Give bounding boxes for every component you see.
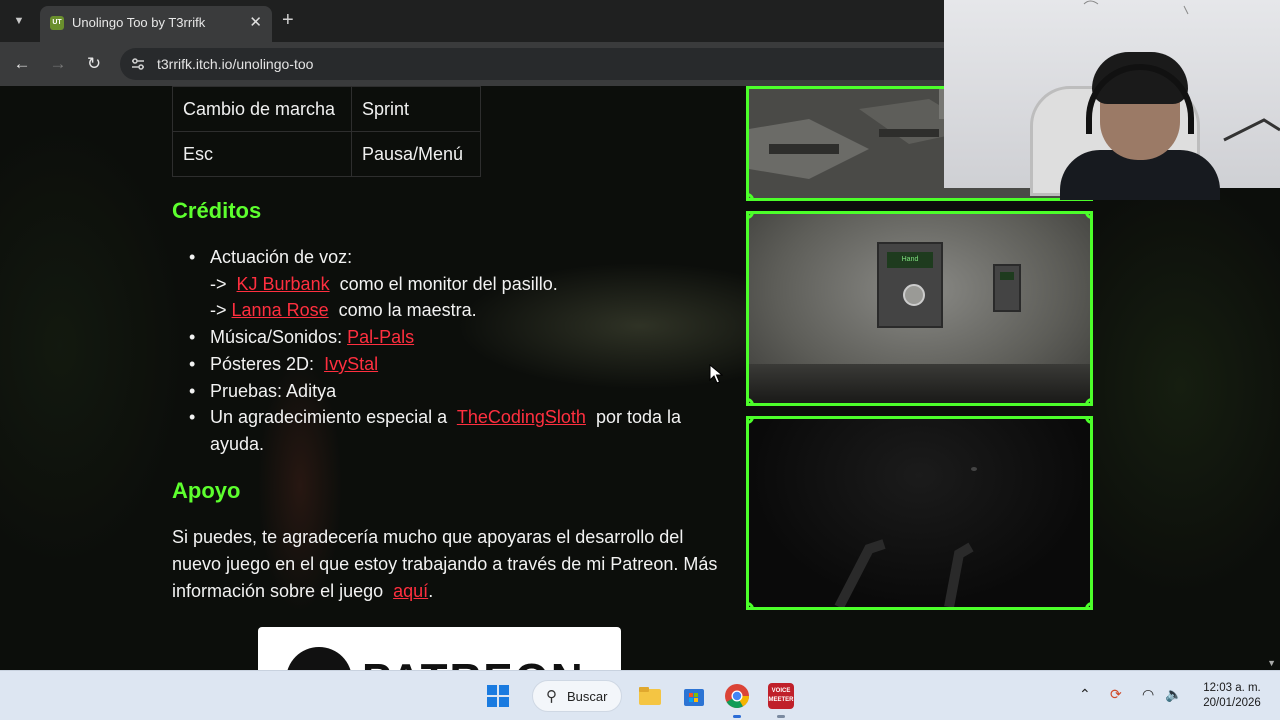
list-item: Pósteres 2D: IvyStal bbox=[172, 351, 732, 378]
testing-credit: Pruebas: Aditya bbox=[210, 380, 337, 401]
support-text: Si puedes, te agradecería mucho que apoy… bbox=[172, 527, 684, 574]
posters-label: Pósteres 2D: bbox=[210, 353, 315, 374]
dark-hallway-image bbox=[834, 539, 974, 607]
hand-scanner-panel: Hand bbox=[877, 242, 943, 328]
ivystal-link[interactable]: IvyStal bbox=[324, 354, 378, 374]
frame-corner bbox=[1085, 214, 1090, 219]
volume-icon[interactable]: 🔈 bbox=[1165, 686, 1182, 703]
table-row: Cambio de marcha Sprint bbox=[172, 86, 481, 132]
favicon-icon: UT bbox=[50, 16, 64, 30]
sync-icon[interactable]: ⟳ bbox=[1110, 686, 1122, 703]
system-clock[interactable]: 12:03 a. m. 20/01/2026 bbox=[1194, 681, 1270, 711]
microsoft-store-icon[interactable] bbox=[681, 683, 707, 709]
chrome-icon[interactable] bbox=[724, 683, 750, 709]
table-cell: Pausa/Menú bbox=[351, 131, 481, 177]
here-link[interactable]: aquí bbox=[393, 581, 428, 601]
list-item: -> Lanna Rose como la maestra. bbox=[172, 297, 732, 324]
running-app-indicator bbox=[777, 715, 785, 718]
voicemeeter-icon[interactable]: VOICE MEETER bbox=[768, 683, 794, 709]
lanna-rose-link[interactable]: Lanna Rose bbox=[232, 300, 329, 320]
file-explorer-icon[interactable] bbox=[637, 683, 663, 709]
patreon-logo-icon bbox=[286, 647, 352, 670]
table-row: Esc Pausa/Menú bbox=[172, 131, 481, 177]
credits-heading: Créditos bbox=[172, 198, 262, 223]
thecodingsloth-link[interactable]: TheCodingSloth bbox=[457, 407, 586, 427]
arrow-prefix: -> bbox=[210, 300, 227, 321]
clock-time: 12:03 a. m. bbox=[1203, 682, 1261, 694]
close-tab-icon[interactable]: ✕ bbox=[249, 13, 262, 31]
show-hidden-icons-chevron-icon[interactable]: ⌃ bbox=[1079, 686, 1091, 703]
scanner-screen bbox=[1000, 272, 1014, 280]
reload-icon[interactable]: ↻ bbox=[82, 52, 106, 76]
address-bar[interactable]: t3rrifk.itch.io/unolingo-too bbox=[120, 48, 960, 80]
music-label: Música/Sonidos: bbox=[210, 327, 343, 348]
support-heading: Apoyo bbox=[172, 478, 241, 503]
search-icon: ⚲ bbox=[546, 688, 557, 705]
scroll-down-arrow-icon[interactable]: ▼ bbox=[1267, 658, 1276, 668]
list-item: -> KJ Burbank como el monitor del pasill… bbox=[172, 271, 732, 298]
windows-start-icon[interactable] bbox=[485, 683, 511, 709]
hand-icon bbox=[903, 284, 925, 306]
voice-acting-label: Actuación de voz: bbox=[210, 247, 353, 267]
credits-list: Actuación de voz: -> KJ Burbank como el … bbox=[172, 244, 732, 458]
thanks-prefix: Un agradecimiento especial a bbox=[210, 407, 448, 428]
frame-corner bbox=[749, 214, 754, 219]
frame-corner bbox=[1085, 398, 1090, 403]
forward-arrow-icon[interactable]: → bbox=[46, 52, 70, 76]
pal-pals-link[interactable]: Pal-Pals bbox=[347, 327, 414, 347]
game-screenshot[interactable] bbox=[746, 416, 1093, 610]
table-cell: Esc bbox=[172, 131, 352, 177]
table-cell: Sprint bbox=[351, 86, 481, 132]
back-arrow-icon[interactable]: ← bbox=[10, 52, 34, 76]
patreon-wordmark: PATREON bbox=[362, 655, 585, 670]
browser-tab[interactable]: UT Unolingo Too by T3rrifk ✕ bbox=[40, 6, 272, 42]
wall-panel bbox=[993, 264, 1021, 312]
voice-1-role: como el monitor del pasillo. bbox=[339, 273, 558, 294]
mouse-cursor-icon bbox=[709, 364, 723, 384]
list-item: Actuación de voz: bbox=[172, 244, 732, 271]
scanner-label: Hand bbox=[901, 256, 919, 263]
search-label: Buscar bbox=[567, 689, 608, 704]
windows-taskbar: ⚲ Buscar VOICE MEETER ⌃ ⟳ ◠ 🔈 12:03 a. m… bbox=[0, 670, 1280, 720]
url-text: t3rrifk.itch.io/unolingo-too bbox=[157, 56, 314, 72]
scanner-screen: Hand bbox=[887, 252, 933, 268]
support-paragraph: Si puedes, te agradecería mucho que apoy… bbox=[172, 524, 732, 605]
patreon-banner[interactable]: PATREON bbox=[258, 627, 621, 670]
more-info-suffix: . bbox=[428, 581, 434, 601]
list-item: Música/Sonidos: Pal-Pals bbox=[172, 324, 732, 351]
list-item: Un agradecimiento especial a TheCodingSl… bbox=[172, 404, 732, 457]
table-cell: Cambio de marcha bbox=[172, 86, 352, 132]
floor-shadow bbox=[749, 364, 1090, 403]
tab-search-chevron-icon[interactable]: ▼ bbox=[8, 10, 30, 32]
list-item: Pruebas: Aditya bbox=[172, 378, 732, 405]
wifi-icon[interactable]: ◠ bbox=[1142, 686, 1154, 703]
voice-2-role: como la maestra. bbox=[338, 300, 477, 321]
active-app-indicator bbox=[733, 715, 741, 718]
clock-date: 20/01/2026 bbox=[1203, 697, 1261, 709]
new-tab-button[interactable]: + bbox=[282, 9, 294, 31]
tab-title: Unolingo Too by T3rrifk bbox=[72, 15, 206, 30]
frame-corner bbox=[1085, 602, 1090, 607]
kj-burbank-link[interactable]: KJ Burbank bbox=[237, 274, 330, 294]
site-settings-icon[interactable] bbox=[130, 56, 146, 72]
arrow-prefix: -> bbox=[210, 273, 227, 294]
game-screenshot[interactable]: Hand bbox=[746, 211, 1093, 406]
controls-table: Cambio de marcha Sprint Esc Pausa/Menú bbox=[172, 86, 481, 177]
taskbar-search[interactable]: ⚲ Buscar bbox=[532, 680, 622, 712]
